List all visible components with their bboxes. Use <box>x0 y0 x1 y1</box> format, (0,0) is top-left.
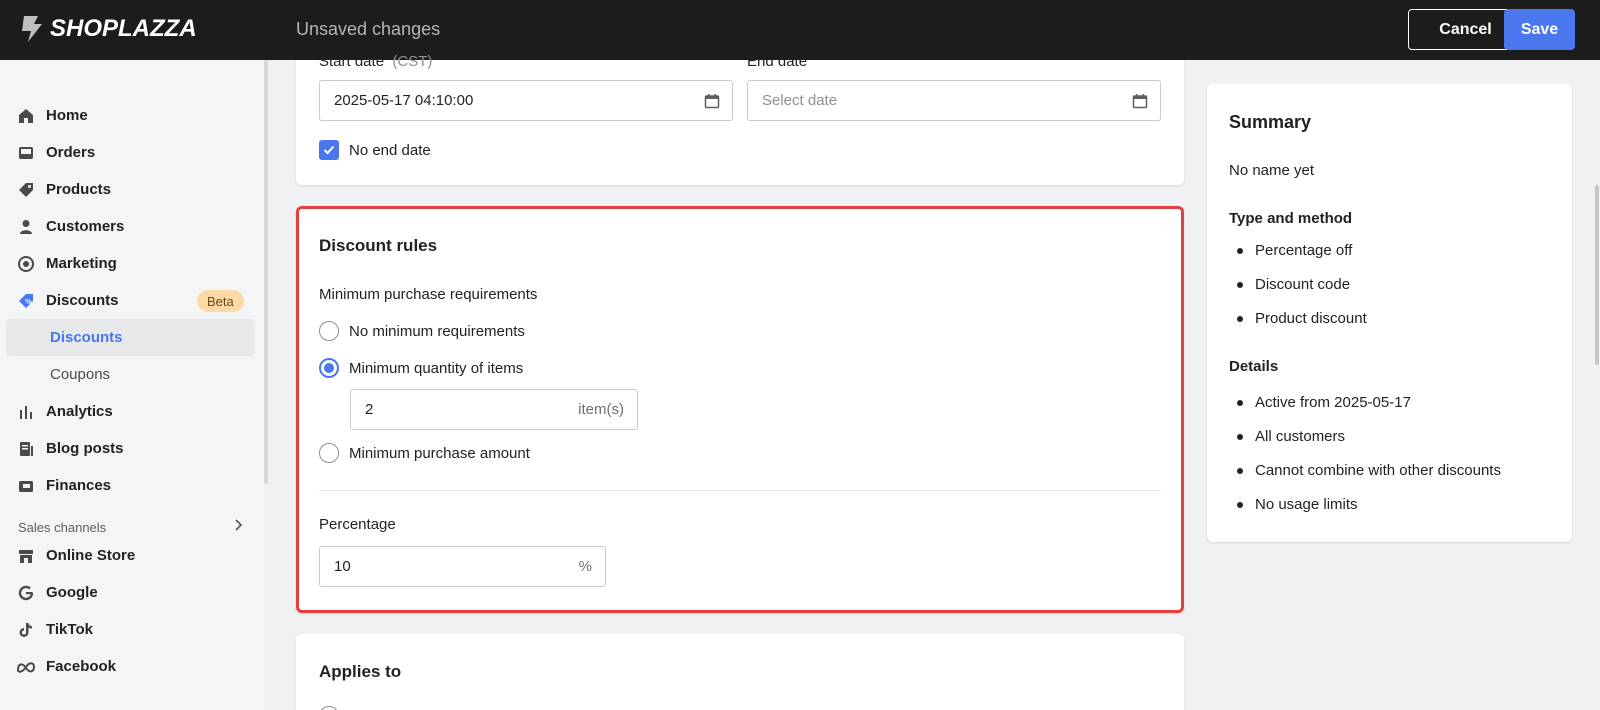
summary-type-item: Discount code <box>1237 276 1350 293</box>
sidebar-item-label: TikTok <box>46 621 93 638</box>
sidebar-subitem-discounts[interactable]: Discounts <box>6 319 255 356</box>
store-icon <box>16 546 36 566</box>
google-icon <box>16 583 36 603</box>
percentage-input[interactable]: 10 % <box>319 546 606 587</box>
summary-title: Summary <box>1229 112 1312 132</box>
applies-to-title: Applies to <box>319 662 402 681</box>
end-date-placeholder: Select date <box>762 92 838 109</box>
sidebar-item-label: Finances <box>46 477 112 494</box>
timezone-label: (CST) <box>392 53 433 70</box>
applies-to-card: Applies to <box>296 634 1184 710</box>
sidebar-item-label: Blog posts <box>46 440 124 457</box>
summary-detail-item: No usage limits <box>1237 496 1358 513</box>
min-quantity-input[interactable]: 2 item(s) <box>350 389 638 430</box>
sidebar-item-google[interactable]: Google <box>0 574 255 611</box>
sidebar-item-analytics[interactable]: Analytics <box>0 393 255 430</box>
summary-detail-item: Cannot combine with other discounts <box>1237 462 1501 479</box>
top-bar: SHOPLAZZA Unsaved changes Cancel Save <box>0 0 1600 60</box>
radio-applies-first[interactable] <box>319 706 339 710</box>
min-quantity-value: 2 <box>365 401 374 418</box>
radio-min-amount[interactable] <box>319 443 339 463</box>
sales-channels-label: Sales channels <box>18 520 107 535</box>
percentage-label: Percentage <box>319 516 396 533</box>
chevron-right-icon[interactable] <box>234 518 244 535</box>
sidebar-item-online-store[interactable]: Online Store <box>0 537 255 574</box>
brand-logo[interactable]: SHOPLAZZA <box>18 14 197 44</box>
shoplazza-logo-icon <box>22 16 42 42</box>
min-requirements-label: Minimum purchase requirements <box>319 286 538 303</box>
sidebar-item-blog-posts[interactable]: Blog posts <box>0 430 255 467</box>
meta-icon <box>16 657 36 677</box>
active-dates-card: Start date (CST) End date 2025-05-17 04:… <box>296 53 1184 185</box>
start-date-input[interactable]: 2025-05-17 04:10:00 <box>319 80 733 121</box>
quantity-suffix: item(s) <box>578 401 624 418</box>
sidebar-item-products[interactable]: Products <box>0 171 255 208</box>
summary-card: Summary No name yet Type and method Perc… <box>1207 84 1572 542</box>
home-icon <box>16 106 36 126</box>
sidebar-item-discounts[interactable]: % Discounts Beta <box>0 282 255 319</box>
sidebar-item-label: Marketing <box>46 255 117 272</box>
percentage-value: 10 <box>334 558 351 575</box>
end-date-label: End date <box>747 53 808 70</box>
end-date-input[interactable]: Select date <box>747 80 1161 121</box>
page-scrollbar[interactable] <box>1595 185 1599 365</box>
sidebar-item-tiktok[interactable]: TikTok <box>0 611 255 648</box>
inbox-icon <box>16 143 36 163</box>
sidebar-scrollbar[interactable] <box>264 60 268 484</box>
summary-type-item: Product discount <box>1237 310 1367 327</box>
sidebar-item-label: Orders <box>46 144 96 161</box>
divider <box>319 490 1161 491</box>
sidebar-item-finances[interactable]: Finances <box>0 467 255 504</box>
sidebar-item-customers[interactable]: Customers <box>0 208 255 245</box>
unsaved-status: Unsaved changes <box>296 19 441 39</box>
start-date-value: 2025-05-17 04:10:00 <box>334 92 474 109</box>
type-method-heading: Type and method <box>1229 210 1353 227</box>
sidebar-item-label: Discounts <box>46 292 119 309</box>
sidebar-item-label: Online Store <box>46 547 136 564</box>
discount-tag-icon: % <box>16 291 36 311</box>
checkmark-icon <box>323 145 335 155</box>
no-end-date-label[interactable]: No end date <box>349 142 431 159</box>
radio-min-amount-label[interactable]: Minimum purchase amount <box>349 445 530 462</box>
summary-detail-item: Active from 2025-05-17 <box>1237 394 1411 411</box>
summary-name: No name yet <box>1229 162 1315 179</box>
sidebar: Home Orders Products Customers Marketing… <box>0 60 264 710</box>
wallet-icon <box>16 476 36 496</box>
bar-chart-icon <box>16 402 36 422</box>
sidebar-item-label: Home <box>46 107 88 124</box>
radio-min-quantity[interactable] <box>319 358 339 378</box>
sidebar-item-marketing[interactable]: Marketing <box>0 245 255 282</box>
sidebar-item-orders[interactable]: Orders <box>0 134 255 171</box>
summary-type-item: Percentage off <box>1237 242 1352 259</box>
beta-badge: Beta <box>197 290 244 312</box>
discount-rules-title: Discount rules <box>319 236 438 255</box>
save-button[interactable]: Save <box>1504 9 1575 50</box>
radio-min-quantity-label[interactable]: Minimum quantity of items <box>349 360 523 377</box>
calendar-icon[interactable] <box>1132 93 1148 109</box>
svg-text:%: % <box>25 298 32 306</box>
percent-suffix: % <box>578 558 592 575</box>
sidebar-item-home[interactable]: Home <box>0 97 255 134</box>
radio-no-minimum[interactable] <box>319 321 339 341</box>
details-heading: Details <box>1229 358 1279 375</box>
tiktok-icon <box>16 620 36 640</box>
sidebar-item-facebook[interactable]: Facebook <box>0 648 255 685</box>
tag-icon <box>16 180 36 200</box>
no-end-date-checkbox[interactable] <box>319 140 339 160</box>
calendar-icon[interactable] <box>704 93 720 109</box>
sidebar-item-label: Analytics <box>46 403 113 420</box>
sidebar-item-label: Facebook <box>46 658 117 675</box>
document-icon <box>16 439 36 459</box>
person-icon <box>16 217 36 237</box>
discount-rules-card: Discount rules Minimum purchase requirem… <box>296 206 1184 613</box>
sidebar-item-label: Google <box>46 584 98 601</box>
brand-name: SHOPLAZZA <box>50 15 197 42</box>
start-date-label: Start date (CST) <box>319 53 433 70</box>
sidebar-subitem-coupons[interactable]: Coupons <box>6 356 255 393</box>
sidebar-item-label: Customers <box>46 218 125 235</box>
radio-no-minimum-label[interactable]: No minimum requirements <box>349 323 525 340</box>
sidebar-item-label: Products <box>46 181 112 198</box>
summary-detail-item: All customers <box>1237 428 1345 445</box>
target-icon <box>16 254 36 274</box>
